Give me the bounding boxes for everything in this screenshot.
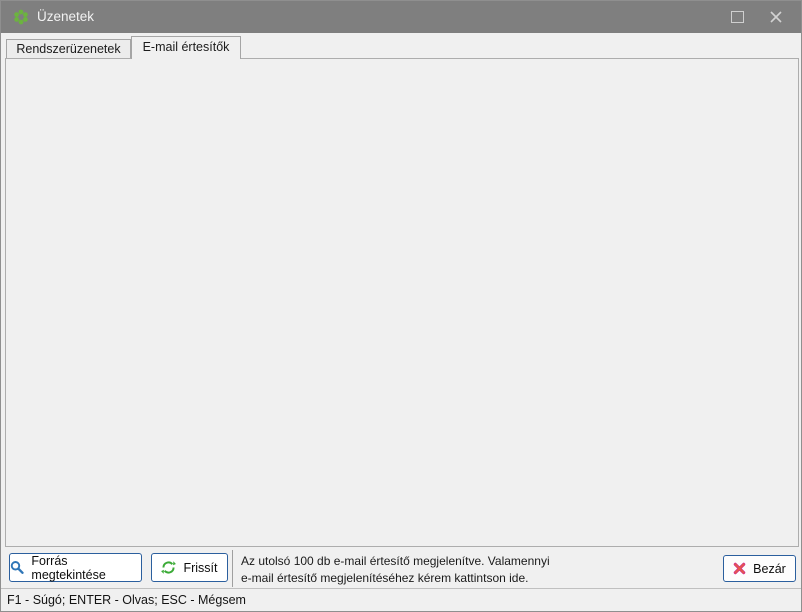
close-label: Bezár — [753, 562, 786, 576]
magnifier-icon — [10, 560, 24, 575]
show-all-notifications-link[interactable]: Az utolsó 100 db e-mail értesítő megjele… — [241, 553, 550, 586]
tab-email-ertesitok[interactable]: E-mail értesítők — [131, 36, 241, 59]
info-line-1: Az utolsó 100 db e-mail értesítő megjele… — [241, 553, 550, 570]
refresh-button[interactable]: Frissít — [151, 553, 228, 582]
maximize-button[interactable] — [731, 11, 744, 23]
info-line-2: e-mail értesítő megjelenítéséhez kérem k… — [241, 570, 550, 587]
close-window-icon[interactable] — [769, 10, 783, 24]
app-icon — [13, 9, 29, 25]
view-source-button[interactable]: Forrás megtekintése — [9, 553, 142, 582]
tab-rendszeruzenetek[interactable]: Rendszerüzenetek — [6, 39, 131, 58]
view-source-label: Forrás megtekintése — [31, 554, 141, 582]
refresh-label: Frissít — [183, 561, 217, 575]
status-text: F1 - Súgó; ENTER - Olvas; ESC - Mégsem — [7, 589, 246, 611]
close-button[interactable]: Bezár — [723, 555, 796, 582]
tab-page — [5, 58, 799, 547]
window-title: Üzenetek — [37, 1, 94, 33]
titlebar: Üzenetek — [1, 1, 801, 33]
close-x-icon — [733, 562, 746, 575]
messages-window: Üzenetek Rendszerüzenetek E-mail értesít… — [0, 0, 802, 612]
status-bar: F1 - Súgó; ENTER - Olvas; ESC - Mégsem — [1, 588, 801, 611]
refresh-icon — [161, 560, 176, 575]
footer-separator — [232, 550, 233, 587]
